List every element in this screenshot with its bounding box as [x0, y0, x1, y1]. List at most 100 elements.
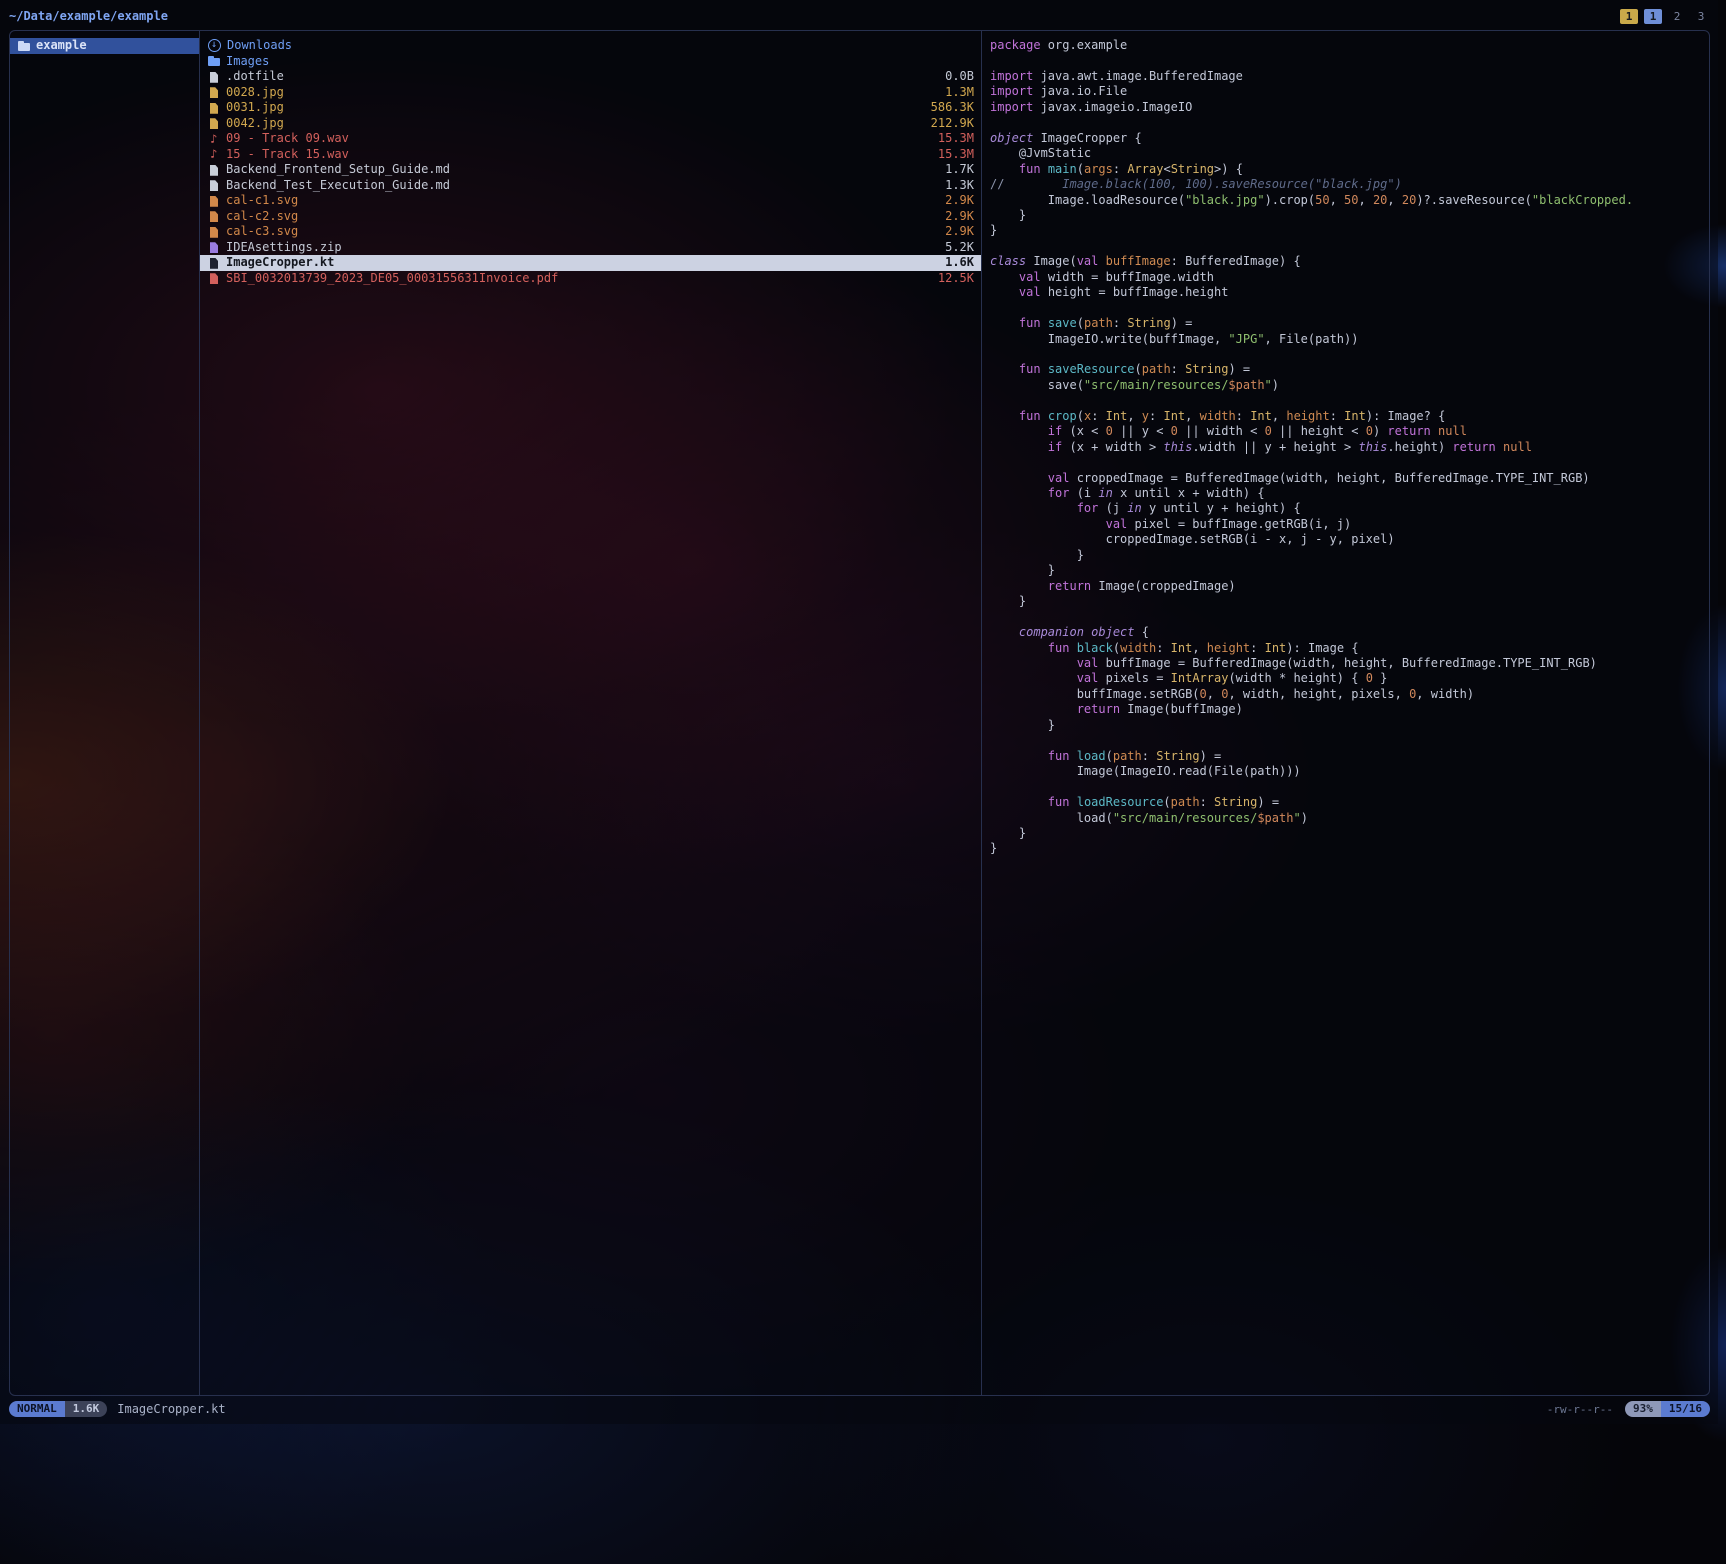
code-token: 20: [1373, 193, 1387, 207]
code-token: this: [1358, 440, 1387, 454]
code-token: "src/main/resources/: [1113, 811, 1258, 825]
code-line: if (x < 0 || y < 0 || width < 0 || heigh…: [990, 424, 1709, 439]
code-line: for (i in x until x + width) {: [990, 486, 1709, 501]
code-token: val: [1019, 270, 1041, 284]
code-token: :: [1156, 641, 1170, 655]
code-token: fun: [1019, 409, 1041, 423]
code-token: }: [990, 223, 997, 237]
code-token: 50: [1315, 193, 1329, 207]
code-line: @JvmStatic: [990, 146, 1709, 161]
code-line: import java.io.File: [990, 84, 1709, 99]
file-icon: [208, 71, 220, 83]
file-list[interactable]: DownloadsImages.dotfile0.0B0028.jpg1.3M0…: [200, 31, 982, 1395]
code-line: class Image(val buffImage: BufferedImage…: [990, 254, 1709, 269]
file-row[interactable]: IDEAsettings.zip5.2K: [200, 240, 981, 256]
code-token: fun: [1019, 362, 1041, 376]
code-token: height: [1207, 641, 1250, 655]
file-size-badge: 1.6K: [65, 1401, 108, 1417]
file-row[interactable]: example: [10, 38, 199, 54]
code-token: [990, 702, 1077, 716]
code-token: fun: [1048, 641, 1070, 655]
code-line: }: [990, 208, 1709, 223]
code-line: [990, 301, 1709, 316]
code-token: (i: [1069, 486, 1098, 500]
file-name: ImageCropper.kt: [226, 255, 937, 271]
code-token: }: [990, 826, 1026, 840]
file-row[interactable]: 0031.jpg586.3K: [200, 100, 981, 116]
tab-1[interactable]: 1: [1620, 9, 1638, 24]
code-token: <: [1163, 162, 1170, 176]
file-row[interactable]: Backend_Frontend_Setup_Guide.md1.7K: [200, 162, 981, 178]
file-row[interactable]: 09 - Track 09.wav15.3M: [200, 131, 981, 147]
code-token: :: [1142, 749, 1156, 763]
code-token: $path: [1257, 811, 1293, 825]
file-row[interactable]: 0028.jpg1.3M: [200, 85, 981, 101]
code-token: buffImage: [1106, 254, 1171, 268]
file-row[interactable]: cal-c3.svg2.9K: [200, 224, 981, 240]
file-name: 0031.jpg: [226, 100, 923, 116]
file-row[interactable]: .dotfile0.0B: [200, 69, 981, 85]
code-token: [1431, 424, 1438, 438]
code-line: object ImageCropper {: [990, 131, 1709, 146]
code-line: // Image.black(100, 100).saveResource("b…: [990, 177, 1709, 192]
code-token: save(: [990, 378, 1084, 392]
code-token: buffImage = BufferedImage(width, height,…: [1098, 656, 1597, 670]
code-token: (: [1077, 409, 1084, 423]
code-token: 0: [1366, 671, 1373, 685]
code-token: [990, 270, 1019, 284]
code-token: ,: [1192, 641, 1206, 655]
tab-3[interactable]: 3: [1692, 9, 1710, 24]
mode-badge: NORMAL: [9, 1401, 65, 1417]
code-token: }: [1373, 671, 1387, 685]
breadcrumb-path: ~/Data/example/example: [9, 9, 168, 23]
code-line: val croppedImage = BufferedImage(width, …: [990, 471, 1709, 486]
parent-pane[interactable]: example: [10, 31, 200, 1395]
code-token: String: [1127, 316, 1170, 330]
code-line: save("src/main/resources/$path"): [990, 378, 1709, 393]
code-line: return Image(croppedImage): [990, 579, 1709, 594]
file-row[interactable]: SBI_0032013739_2023_DE05_0003155631Invoi…: [200, 271, 981, 287]
file-row[interactable]: ImageCropper.kt1.6K: [200, 255, 981, 271]
file-size: 2.9K: [945, 224, 974, 240]
file-row[interactable]: Images: [200, 54, 981, 70]
file-row[interactable]: Backend_Test_Execution_Guide.md1.3K: [200, 178, 981, 194]
code-token: (width * height) {: [1228, 671, 1365, 685]
code-token: ) =: [1200, 749, 1222, 763]
tab-2[interactable]: 2: [1668, 9, 1686, 24]
code-token: [1069, 641, 1076, 655]
code-token: path: [1171, 795, 1200, 809]
code-line: fun main(args: Array<String>) {: [990, 162, 1709, 177]
code-token: return: [1048, 579, 1091, 593]
code-token: String: [1214, 795, 1257, 809]
code-token: Image(buffImage): [1120, 702, 1243, 716]
code-token: in: [1098, 486, 1112, 500]
code-token: [990, 486, 1048, 500]
file-row[interactable]: 15 - Track 15.wav15.3M: [200, 147, 981, 163]
code-token: ) =: [1171, 316, 1193, 330]
code-token: }: [990, 718, 1055, 732]
code-token: Int: [1163, 409, 1185, 423]
image-icon: [208, 86, 220, 98]
code-token: :: [1113, 316, 1127, 330]
code-token: (j: [1098, 501, 1127, 515]
file-size: 2.9K: [945, 193, 974, 209]
code-token: }: [990, 563, 1055, 577]
file-row[interactable]: Downloads: [200, 38, 981, 54]
code-line: [990, 780, 1709, 795]
code-token: ,: [1387, 193, 1401, 207]
code-token: 0: [1171, 424, 1178, 438]
code-token: ): [1301, 811, 1308, 825]
tab-1[interactable]: 1: [1644, 9, 1662, 24]
code-token: import: [990, 100, 1033, 114]
code-token: String: [1156, 749, 1199, 763]
code-line: val height = buffImage.height: [990, 285, 1709, 300]
file-row[interactable]: 0042.jpg212.9K: [200, 116, 981, 132]
file-row[interactable]: cal-c1.svg2.9K: [200, 193, 981, 209]
code-token: ,: [1330, 193, 1344, 207]
file-row[interactable]: cal-c2.svg2.9K: [200, 209, 981, 225]
folder-icon: [208, 55, 220, 67]
code-token: String: [1185, 362, 1228, 376]
code-token: pixel = buffImage.getRGB(i, j): [1127, 517, 1351, 531]
code-token: @JvmStatic: [990, 146, 1091, 160]
code-line: val buffImage = BufferedImage(width, hei…: [990, 656, 1709, 671]
